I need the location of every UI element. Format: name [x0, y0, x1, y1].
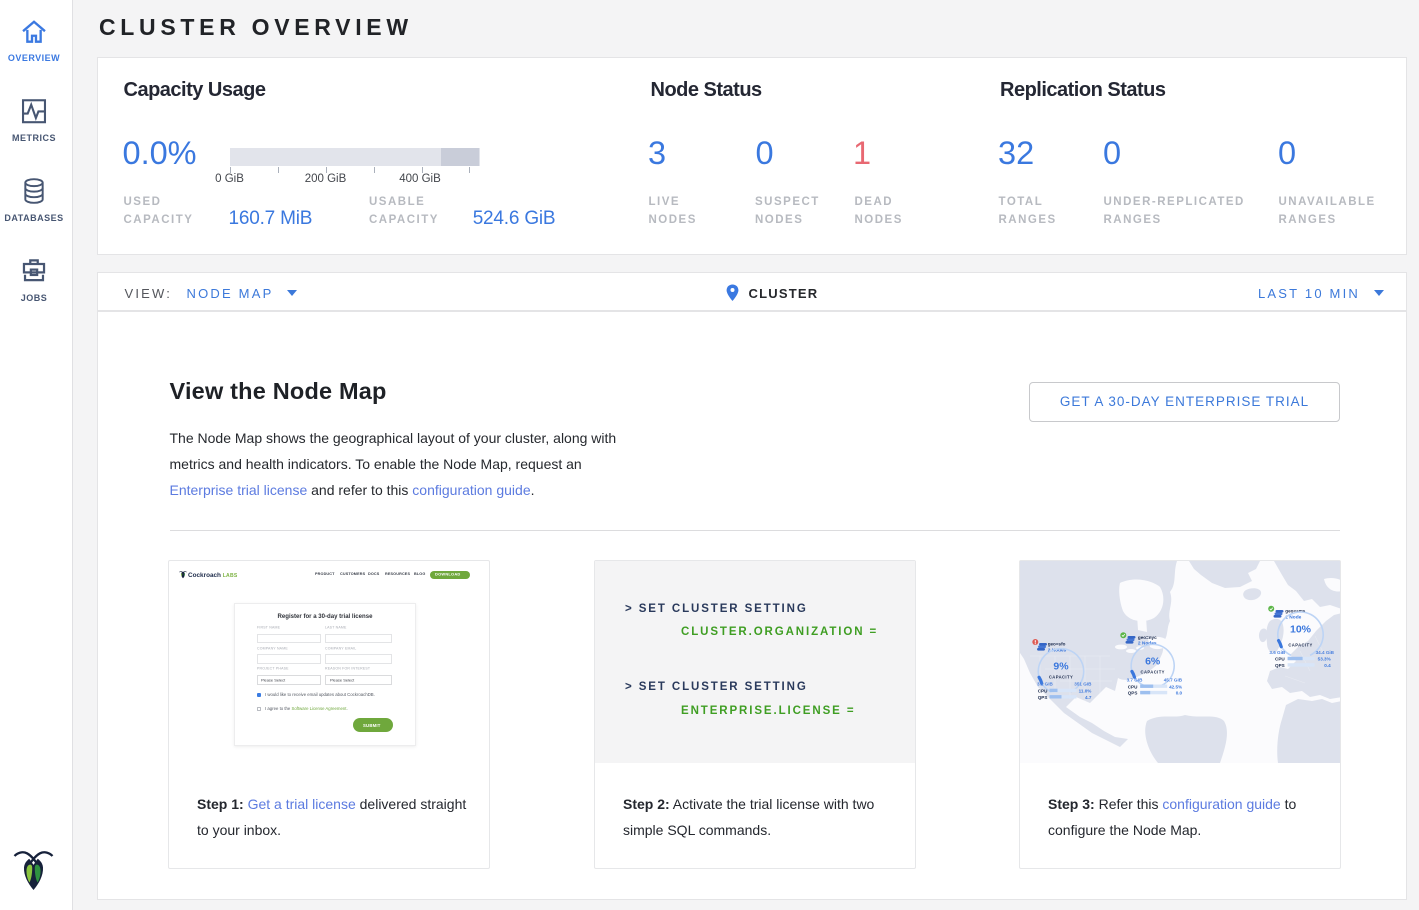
svg-text:CAPACITY: CAPACITY [1141, 669, 1165, 674]
svg-text:11.0%: 11.0% [1079, 689, 1092, 694]
svg-text:geo=nyc: geo=nyc [1138, 635, 1157, 640]
svg-text:53.3%: 53.3% [1318, 657, 1331, 662]
svg-text:0.4: 0.4 [1324, 663, 1331, 668]
svg-text:QPS: QPS [1038, 695, 1048, 700]
svg-text:45.7 GiB: 45.7 GiB [1164, 677, 1183, 682]
svg-text:QPS: QPS [1128, 691, 1138, 696]
svg-text:34.4 GiB: 34.4 GiB [1316, 650, 1335, 655]
svg-text:CAPACITY: CAPACITY [1288, 643, 1312, 648]
svg-text:3.6 GiB: 3.6 GiB [1269, 650, 1286, 655]
svg-text:geo=sfo: geo=sfo [1048, 642, 1066, 647]
svg-text:QPS: QPS [1275, 663, 1285, 668]
svg-text:9%: 9% [1053, 661, 1069, 673]
svg-text:351 GiB: 351 GiB [1074, 682, 1092, 687]
svg-text:CAPACITY: CAPACITY [1049, 675, 1073, 680]
svg-text:0.0: 0.0 [1176, 691, 1183, 696]
svg-text:10%: 10% [1290, 624, 1312, 636]
svg-text:3.7 GiB: 3.7 GiB [1127, 677, 1144, 682]
svg-text:4.7: 4.7 [1085, 695, 1092, 700]
svg-text:6%: 6% [1145, 656, 1161, 668]
svg-text:3.2 GiB: 3.2 GiB [1037, 682, 1054, 687]
svg-text:CPU: CPU [1275, 657, 1285, 662]
svg-text:CPU: CPU [1128, 684, 1138, 689]
svg-text:CPU: CPU [1038, 689, 1048, 694]
svg-text:42.5%: 42.5% [1169, 684, 1182, 689]
